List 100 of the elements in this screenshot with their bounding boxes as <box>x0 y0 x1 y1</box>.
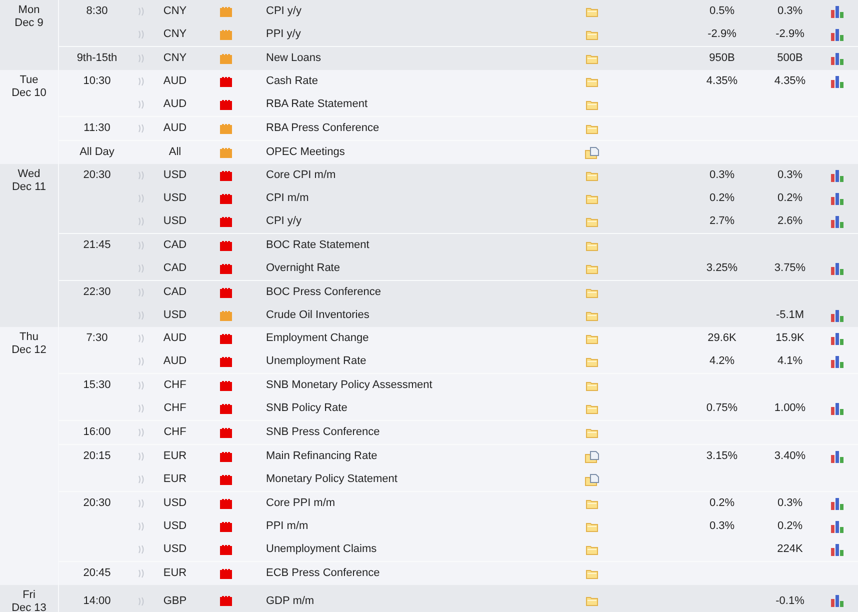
folder-icon[interactable] <box>586 240 598 250</box>
sound-icon[interactable] <box>138 499 144 508</box>
event-title[interactable]: New Loans <box>266 52 322 64</box>
folder-icon[interactable] <box>586 264 598 274</box>
event-title[interactable]: OPEC Meetings <box>266 146 345 158</box>
bar-chart-icon[interactable] <box>831 544 844 556</box>
folder-icon[interactable] <box>586 356 598 366</box>
bar-chart-icon[interactable] <box>831 332 844 344</box>
event-title[interactable]: PPI y/y <box>266 28 301 40</box>
event-title[interactable]: Employment Change <box>266 332 369 344</box>
time-text: 16:00 <box>83 425 111 440</box>
bar-chart-icon[interactable] <box>831 356 844 368</box>
event-title[interactable]: Monetary Policy Statement <box>266 473 398 486</box>
sound-icon[interactable] <box>138 596 144 606</box>
folder-icon[interactable] <box>586 6 598 16</box>
event-title[interactable]: Core PPI m/m <box>266 497 336 510</box>
bar-chart-icon[interactable] <box>831 76 844 88</box>
sound-icon[interactable] <box>138 171 144 180</box>
folder-icon[interactable] <box>586 522 598 532</box>
event-title[interactable]: SNB Monetary Policy Assessment <box>266 379 432 392</box>
folder-document-icon[interactable] <box>585 450 599 462</box>
sound-icon[interactable] <box>138 404 144 413</box>
folder-icon[interactable] <box>586 568 598 578</box>
folder-icon[interactable] <box>586 54 598 64</box>
bar-chart-icon[interactable] <box>831 52 844 64</box>
bar-chart-icon[interactable] <box>831 6 844 18</box>
bar-chart-icon[interactable] <box>831 262 844 274</box>
event-title[interactable]: CPI y/y <box>266 215 302 228</box>
folder-icon[interactable] <box>586 596 598 606</box>
folder-icon[interactable] <box>586 380 598 390</box>
folder-icon[interactable] <box>586 170 598 180</box>
sound-icon[interactable] <box>138 428 144 437</box>
sound-icon[interactable] <box>138 288 144 297</box>
event-title[interactable]: Unemployment Claims <box>266 543 377 556</box>
sound-icon[interactable] <box>138 452 144 461</box>
bar-chart-icon[interactable] <box>831 402 844 414</box>
sound-icon[interactable] <box>138 264 144 273</box>
folder-icon[interactable] <box>586 30 598 40</box>
folder-icon[interactable] <box>586 404 598 414</box>
bar-chart-icon[interactable] <box>831 520 844 532</box>
sound-icon[interactable] <box>138 381 144 390</box>
sound-icon[interactable] <box>138 241 144 250</box>
sound-icon[interactable] <box>138 100 144 109</box>
time-text: 20:30 <box>83 168 111 184</box>
sound-icon[interactable] <box>138 54 144 63</box>
folder-document-icon[interactable] <box>585 146 599 158</box>
folder-icon[interactable] <box>586 194 598 204</box>
event-title[interactable]: RBA Rate Statement <box>266 98 368 110</box>
bar-chart-icon[interactable] <box>831 595 844 607</box>
event-title[interactable]: SNB Policy Rate <box>266 402 348 414</box>
folder-document-icon[interactable] <box>585 474 599 486</box>
sound-icon[interactable] <box>138 217 144 226</box>
time-text: 20:45 <box>83 566 111 582</box>
folder-icon[interactable] <box>586 544 598 554</box>
folder-icon[interactable] <box>586 124 598 134</box>
event-title[interactable]: ECB Press Conference <box>266 567 380 580</box>
event-title[interactable]: BOC Rate Statement <box>266 239 370 252</box>
folder-icon[interactable] <box>586 498 598 508</box>
event-title[interactable]: CPI y/y <box>266 5 302 18</box>
sound-icon[interactable] <box>138 30 144 39</box>
event-title[interactable]: CPI m/m <box>266 192 309 204</box>
sound-icon[interactable] <box>138 77 144 86</box>
event-title[interactable]: Main Refinancing Rate <box>266 450 378 462</box>
event-title[interactable]: Crude Oil Inventories <box>266 309 370 322</box>
sound-icon[interactable] <box>138 522 144 531</box>
event-title[interactable]: PPI m/m <box>266 520 308 532</box>
sound-icon[interactable] <box>138 311 144 320</box>
bar-chart-icon[interactable] <box>831 498 844 510</box>
sound-icon[interactable] <box>138 357 144 366</box>
folder-icon[interactable] <box>586 334 598 344</box>
currency-text: CAD <box>163 285 187 300</box>
folder-icon[interactable] <box>586 428 598 438</box>
event-title[interactable]: Overnight Rate <box>266 262 340 274</box>
bar-chart-icon[interactable] <box>831 192 844 204</box>
sound-icon[interactable] <box>138 475 144 484</box>
sound-icon[interactable] <box>138 7 144 16</box>
currency-text: AUD <box>163 74 187 90</box>
date-label: Dec 13 <box>12 602 46 612</box>
event-title[interactable]: Cash Rate <box>266 75 318 88</box>
folder-icon[interactable] <box>586 288 598 298</box>
bar-chart-icon[interactable] <box>831 216 844 228</box>
event-title[interactable]: Core CPI m/m <box>266 169 336 182</box>
bar-chart-icon[interactable] <box>831 28 844 40</box>
event-title[interactable]: BOC Press Conference <box>266 286 381 298</box>
folder-icon[interactable] <box>586 310 598 320</box>
bar-chart-icon[interactable] <box>831 170 844 182</box>
bar-chart-icon[interactable] <box>831 450 844 462</box>
sound-icon[interactable] <box>138 569 144 578</box>
folder-icon[interactable] <box>586 76 598 86</box>
sound-icon[interactable] <box>138 124 144 133</box>
bar-chart-icon[interactable] <box>831 310 844 322</box>
folder-icon[interactable] <box>586 216 598 226</box>
event-title[interactable]: RBA Press Conference <box>266 122 380 134</box>
event-title[interactable]: SNB Press Conference <box>266 426 380 438</box>
event-title[interactable]: GDP m/m <box>266 594 314 607</box>
folder-icon[interactable] <box>586 100 598 110</box>
sound-icon[interactable] <box>138 334 144 343</box>
sound-icon[interactable] <box>138 545 144 554</box>
event-title[interactable]: Unemployment Rate <box>266 355 366 368</box>
sound-icon[interactable] <box>138 194 144 203</box>
